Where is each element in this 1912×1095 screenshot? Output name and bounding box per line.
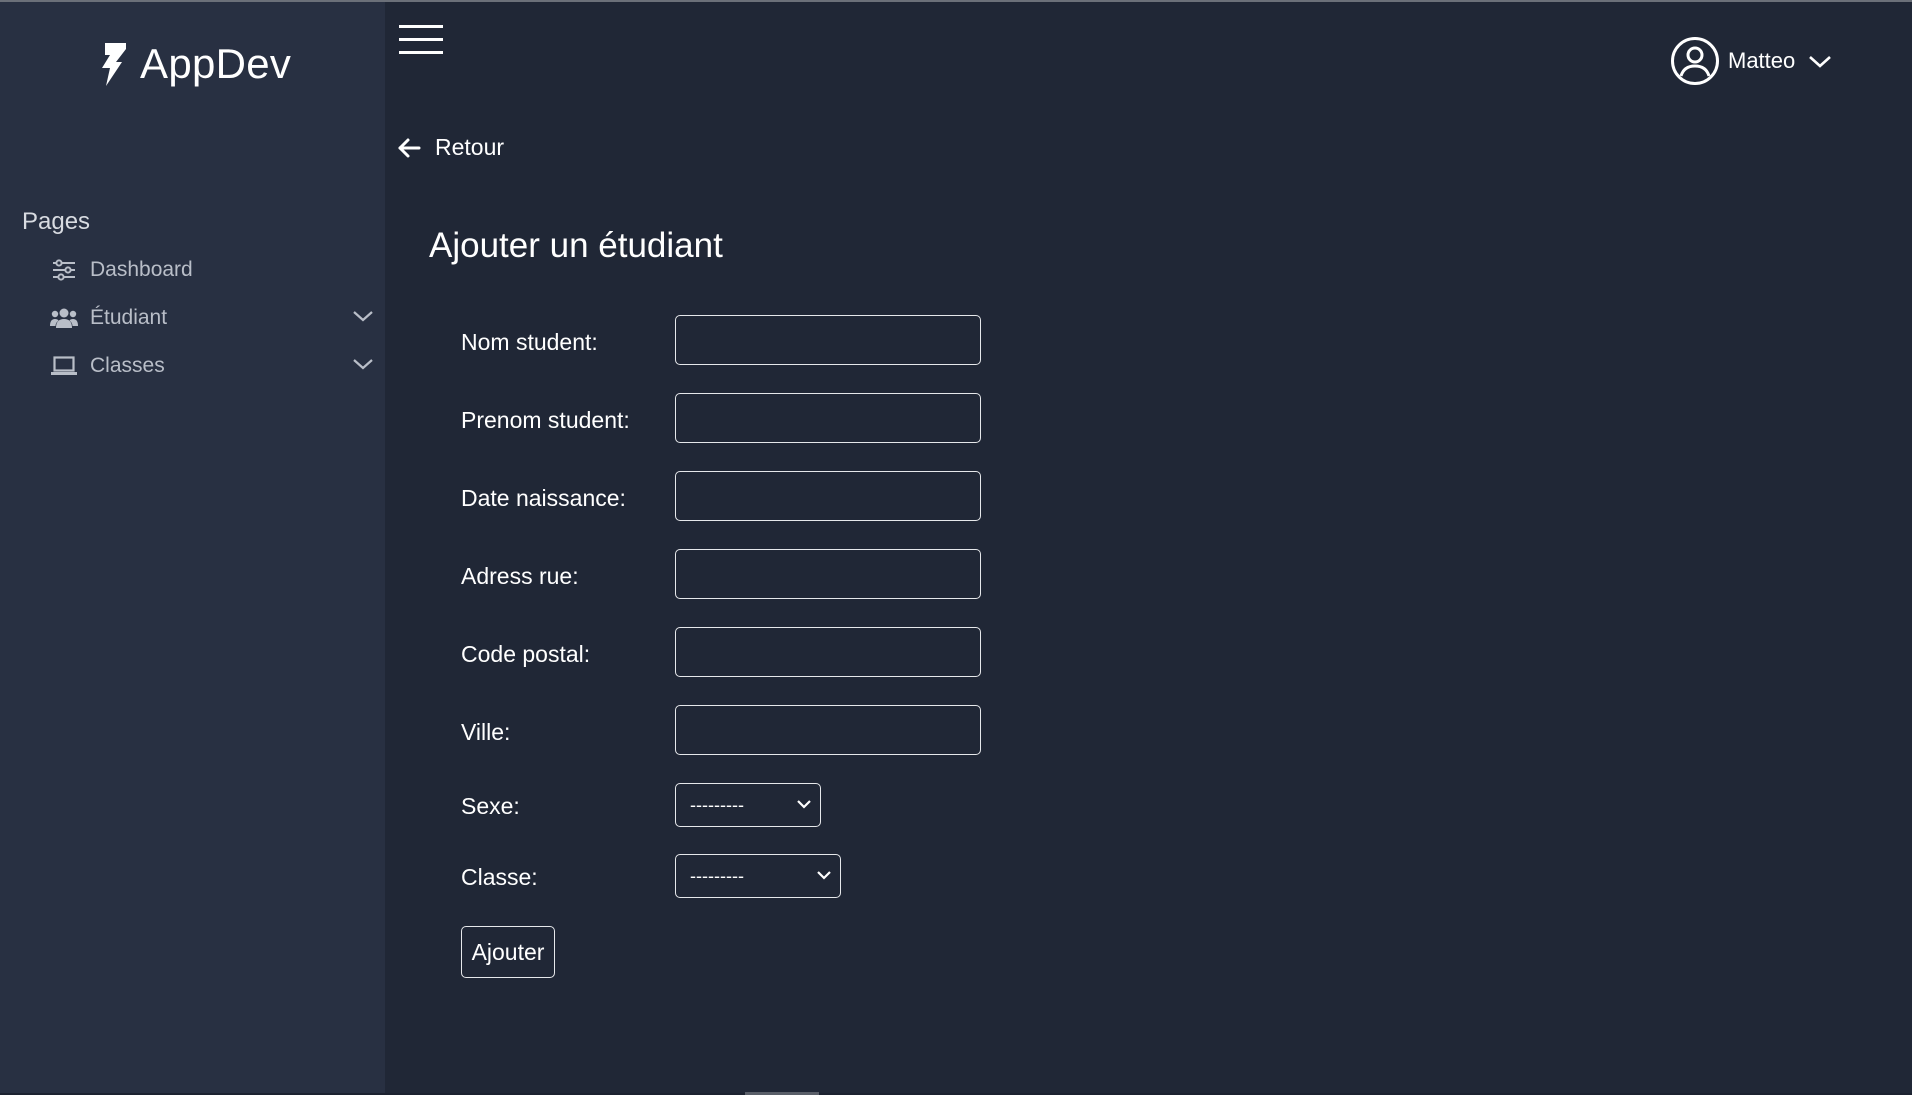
sidebar: AppDev Pages Dashboard Étudiant Classes [0, 2, 385, 1095]
bolt-logo-icon [102, 43, 126, 86]
page-title: Ajouter un étudiant [429, 226, 723, 265]
user-menu[interactable]: Matteo [1670, 34, 1833, 88]
sidebar-item-etudiant[interactable]: Étudiant [50, 298, 375, 338]
field-label: Ville: [461, 719, 511, 745]
field-label: Code postal: [461, 641, 591, 667]
arrow-left-icon [398, 138, 421, 157]
users-icon [50, 306, 78, 330]
sidebar-item-label: Dashboard [90, 258, 193, 281]
field-label: Adress rue: [461, 563, 579, 589]
sidebar-item-classes[interactable]: Classes [50, 346, 375, 386]
classe-select[interactable]: --------- [675, 854, 841, 898]
ville-input[interactable] [675, 705, 981, 755]
brand-logo[interactable]: AppDev [96, 40, 291, 88]
sliders-icon [50, 258, 78, 282]
adress-rue-input[interactable] [675, 549, 981, 599]
chevron-down-icon[interactable] [351, 352, 375, 376]
chevron-down-icon [797, 800, 811, 809]
field-label: Nom student: [461, 329, 598, 355]
back-link-label: Retour [435, 134, 505, 160]
select-value: --------- [690, 794, 744, 815]
sexe-select[interactable]: --------- [675, 783, 821, 827]
field-label: Date naissance: [461, 485, 626, 511]
sidebar-item-dashboard[interactable]: Dashboard [50, 250, 375, 290]
hamburger-icon [399, 25, 443, 54]
date-naissance-input[interactable] [675, 471, 981, 521]
prenom-student-input[interactable] [675, 393, 981, 443]
chevron-down-icon[interactable] [351, 304, 375, 328]
ajouter-button[interactable]: Ajouter [461, 926, 555, 978]
brand-name: AppDev [140, 40, 292, 87]
field-label: Classe: [461, 864, 538, 890]
user-circle-icon [1671, 37, 1719, 85]
sidebar-item-label: Étudiant [90, 306, 168, 329]
nom-student-input[interactable] [675, 315, 981, 365]
laptop-icon [50, 354, 78, 378]
chevron-down-icon [1809, 56, 1832, 68]
user-name: Matteo [1728, 48, 1796, 73]
select-value: --------- [690, 865, 744, 886]
field-label: Prenom student: [461, 407, 630, 433]
code-postal-input[interactable] [675, 627, 981, 677]
sidebar-item-label: Classes [90, 354, 165, 377]
field-label: Sexe: [461, 793, 520, 819]
hamburger-menu-button[interactable] [399, 24, 443, 58]
chevron-down-icon [817, 871, 831, 880]
sidebar-heading: Pages [22, 208, 91, 235]
back-link[interactable]: Retour [397, 134, 504, 161]
